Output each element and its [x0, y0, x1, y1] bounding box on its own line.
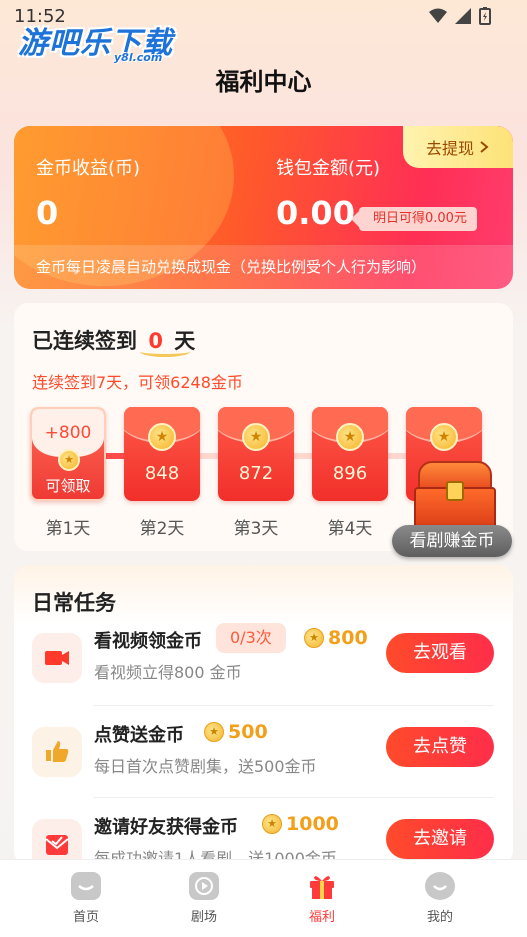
withdraw-label: 去提现: [425, 139, 474, 158]
coin-earnings-value: 0: [36, 194, 59, 232]
exchange-note: 金币每日凌晨自动兑换成现金（兑换比例受个人行为影响）: [14, 245, 513, 289]
task-row-watch-video: 看视频领金币 0/3次 ★ 800 看视频立得800 金币 去观看: [14, 621, 513, 711]
bottom-tab-bar: 首页 剧场 福利 我的: [0, 859, 527, 937]
day-1-claim-label: 可领取: [45, 477, 91, 495]
page-title: 福利中心: [215, 68, 312, 96]
day-3-reward-envelope: ★ 872: [218, 407, 294, 501]
day-3-label: 第3天: [233, 519, 279, 539]
divider: [94, 797, 494, 798]
day-1-amount: +800: [44, 423, 92, 443]
profile-icon: [425, 872, 455, 900]
wallet-card: 金币收益(币) 0 钱包金额(元) 0.00 去提现 明日可得0.00元 金币每…: [14, 126, 513, 289]
tab-mine[interactable]: 我的: [410, 872, 470, 925]
tab-home[interactable]: 首页: [56, 872, 116, 925]
task-name: 邀请好友获得金币: [94, 817, 238, 838]
tab-label: 首页: [72, 910, 99, 925]
task-reward-value: 500: [228, 721, 268, 743]
signin-subtitle: 连续签到7天，可领6248金币: [32, 373, 243, 392]
signal-icon: [455, 8, 471, 24]
coin-icon: ★: [148, 423, 176, 451]
coin-icon: ★: [204, 722, 224, 742]
task-reward: ★ 500: [204, 721, 268, 743]
task-reward-value: 1000: [286, 813, 339, 835]
like-button[interactable]: 去点赞: [386, 727, 494, 767]
day-4-amount: 896: [332, 463, 368, 484]
daily-tasks-card: 日常任务 看视频领金币 0/3次 ★ 800 看视频立得800 金币 去观看 点…: [14, 565, 513, 869]
coin-icon: ★: [58, 449, 80, 471]
divider: [94, 705, 494, 706]
day-2-label: 第2天: [139, 519, 185, 539]
withdraw-button[interactable]: 去提现: [403, 126, 513, 168]
coin-icon: ★: [430, 423, 458, 451]
tab-label: 剧场: [190, 910, 217, 925]
coin-icon: ★: [336, 423, 364, 451]
signin-title: 已连续签到 0 天: [32, 325, 195, 355]
task-progress-badge: 0/3次: [216, 623, 286, 653]
watch-button[interactable]: 去观看: [386, 633, 494, 673]
tab-theater[interactable]: 剧场: [174, 872, 234, 925]
coin-icon: ★: [262, 814, 282, 834]
thumbs-up-icon: [32, 727, 82, 777]
gift-icon: [307, 872, 337, 900]
play-icon: [189, 872, 219, 900]
wallet-balance-label: 钱包金额(元): [276, 158, 381, 179]
wallet-balance-value: 0.00: [276, 194, 355, 232]
day-1-reward-envelope[interactable]: +800 ★ 可领取: [30, 407, 106, 501]
task-name: 看视频领金币: [94, 631, 202, 652]
tab-label: 我的: [426, 910, 453, 925]
battery-icon: [479, 7, 491, 25]
watch-drama-earn-coins-button[interactable]: 看剧赚金币: [392, 525, 512, 557]
day-4-label: 第4天: [327, 519, 373, 539]
tomorrow-earnings-pill: 明日可得0.00元: [351, 207, 477, 231]
day-2-reward-envelope: ★ 848: [124, 407, 200, 501]
coin-icon: ★: [242, 423, 270, 451]
task-description: 看视频立得800 金币: [94, 663, 242, 682]
day-4-reward-envelope: ★ 896: [312, 407, 388, 501]
wifi-icon: [429, 8, 447, 23]
tab-label: 福利: [308, 910, 335, 925]
home-icon: [71, 872, 101, 900]
status-icons: [429, 7, 491, 25]
invite-button[interactable]: 去邀请: [386, 819, 494, 859]
task-reward: ★ 800: [304, 627, 368, 649]
day-2-amount: 848: [144, 463, 180, 484]
task-reward-value: 800: [328, 627, 368, 649]
chevron-right-icon: [480, 141, 489, 153]
task-name: 点赞送金币: [94, 725, 184, 746]
coin-earnings-label: 金币收益(币): [36, 158, 141, 179]
treasure-chest-icon[interactable]: [414, 461, 496, 533]
signin-card: 已连续签到 0 天 连续签到7天，可领6248金币 +800 ★ 可领取 ★ 8…: [14, 303, 513, 557]
watermark-logo: 游吧乐下载 y8l.com: [18, 18, 173, 64]
video-camera-icon: [32, 633, 82, 683]
tab-welfare[interactable]: 福利: [292, 872, 352, 925]
coin-icon: ★: [304, 628, 324, 648]
chest-lock: [446, 481, 464, 501]
task-row-like: 点赞送金币 ★ 500 每日首次点赞剧集，送500金币 去点赞: [14, 715, 513, 805]
tasks-title: 日常任务: [32, 591, 116, 615]
task-description: 每日首次点赞剧集，送500金币: [94, 757, 317, 776]
day-1-label: 第1天: [45, 519, 91, 539]
signin-title-prefix: 已连续签到: [32, 329, 137, 353]
day-3-amount: 872: [238, 463, 274, 484]
signin-days-count: 0: [148, 329, 163, 353]
task-reward: ★ 1000: [262, 813, 339, 835]
